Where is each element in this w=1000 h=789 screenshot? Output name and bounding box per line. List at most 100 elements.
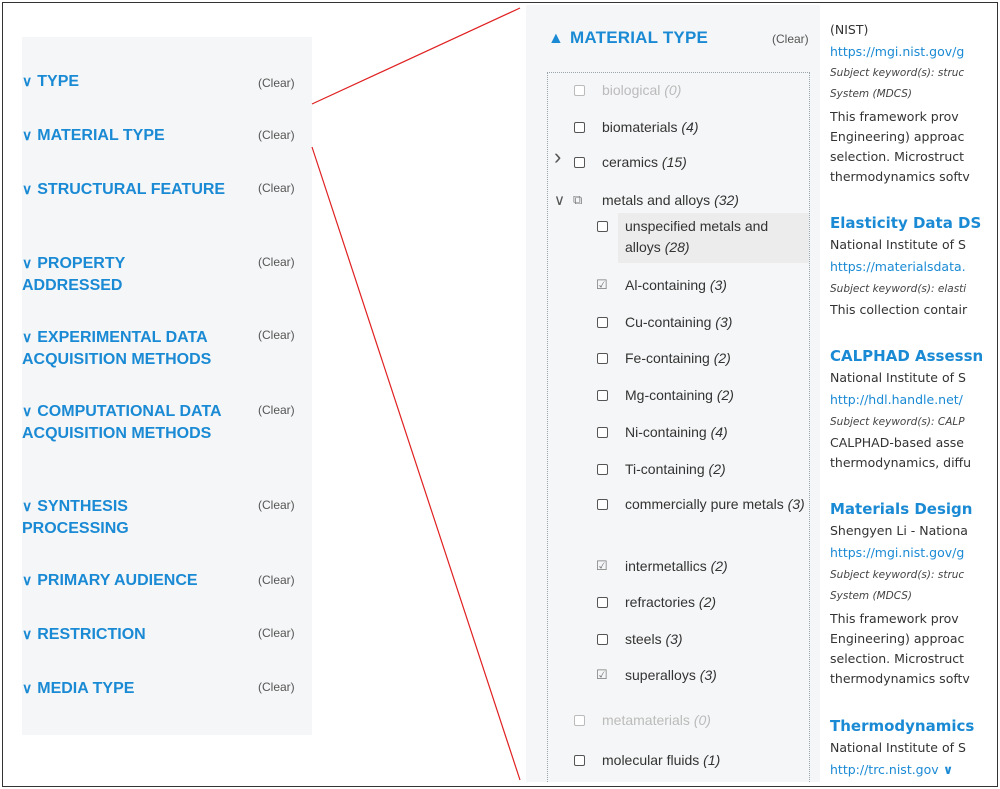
result-line-text: National Institute of S bbox=[830, 740, 966, 755]
material-type-item[interactable]: Cu-containing (3) bbox=[625, 312, 805, 333]
checkbox[interactable] bbox=[597, 464, 608, 475]
material-type-item[interactable]: Mg-containing (2) bbox=[625, 385, 805, 406]
result-line-text: Subject keyword(s): CALP bbox=[830, 416, 965, 428]
result-url-link[interactable]: http://trc.nist.gov ∨ bbox=[830, 762, 953, 777]
item-label: steels bbox=[625, 631, 662, 647]
facet-clear-link[interactable]: (Clear) bbox=[258, 498, 295, 512]
material-type-item[interactable]: molecular fluids (1) bbox=[602, 750, 720, 771]
material-type-item[interactable]: unspecified metals and alloys (28) bbox=[625, 216, 805, 258]
material-type-header[interactable]: ▲ MATERIAL TYPE bbox=[548, 28, 708, 48]
result-url-link[interactable]: http://hdl.handle.net/ bbox=[830, 392, 963, 407]
result-title-link[interactable]: Thermodynamics bbox=[830, 717, 974, 735]
chevron-down-icon[interactable]: ∨ bbox=[554, 193, 565, 208]
chevron-down-icon: ∨ bbox=[22, 572, 33, 588]
checkbox[interactable] bbox=[597, 499, 608, 510]
material-type-item[interactable]: refractories (2) bbox=[625, 592, 805, 613]
result-text: thermodynamics softv bbox=[830, 169, 970, 184]
item-count: (3) bbox=[699, 667, 717, 683]
result-url-link[interactable]: https://mgi.nist.gov/g bbox=[830, 44, 964, 59]
checkbox-partial-icon[interactable]: ⧉ bbox=[573, 193, 582, 206]
checkbox[interactable] bbox=[597, 317, 608, 328]
result-line-text: Subject keyword(s): elasti bbox=[830, 283, 967, 295]
result-line-text: http://hdl.handle.net/ bbox=[830, 392, 963, 407]
checkbox[interactable] bbox=[597, 634, 608, 645]
item-count: (1) bbox=[703, 752, 721, 768]
facet-clear-link[interactable]: (Clear) bbox=[258, 181, 295, 195]
checkbox[interactable] bbox=[574, 157, 585, 168]
facet-clear-link[interactable]: (Clear) bbox=[258, 573, 295, 587]
material-type-clear-link[interactable]: (Clear) bbox=[772, 32, 809, 46]
material-type-item[interactable]: superalloys (3) bbox=[625, 665, 805, 686]
result-keywords: Subject keyword(s): elasti bbox=[830, 283, 966, 295]
result-url-link[interactable]: https://materialsdata. bbox=[830, 259, 966, 274]
chevron-down-icon: ∨ bbox=[22, 181, 33, 197]
checkbox-checked-icon[interactable]: ☑ bbox=[596, 278, 608, 291]
checkbox[interactable] bbox=[597, 221, 608, 232]
material-type-item[interactable]: Ti-containing (2) bbox=[625, 459, 805, 480]
facet-type[interactable]: ∨ TYPE bbox=[22, 70, 226, 93]
item-count: (4) bbox=[710, 424, 728, 440]
facet-restriction[interactable]: ∨ RESTRICTION bbox=[22, 623, 226, 646]
checkbox[interactable] bbox=[597, 353, 608, 364]
checkbox[interactable] bbox=[597, 427, 608, 438]
item-label: unspecified metals and alloys bbox=[625, 218, 769, 255]
result-text: CALPHAD-based asse bbox=[830, 435, 964, 450]
item-count: (2) bbox=[710, 558, 728, 574]
facet-clear-link[interactable]: (Clear) bbox=[258, 255, 295, 269]
material-type-item[interactable]: commercially pure metals (3) bbox=[625, 494, 805, 515]
item-count: (0) bbox=[693, 712, 711, 728]
result-line-text: Materials Design bbox=[830, 500, 973, 518]
facet-experimental-data-acquisition-methods[interactable]: ∨ EXPERIMENTAL DATA ACQUISITION METHODS bbox=[22, 326, 226, 371]
facet-structural-feature[interactable]: ∨ STRUCTURAL FEATURE bbox=[22, 178, 226, 201]
material-type-item[interactable]: intermetallics (2) bbox=[625, 556, 805, 577]
result-text: thermodynamics softv bbox=[830, 671, 970, 686]
result-line-text: Subject keyword(s): struc bbox=[830, 67, 965, 79]
material-type-item[interactable]: ceramics (15) bbox=[602, 152, 687, 173]
checkbox[interactable] bbox=[597, 390, 608, 401]
facet-clear-link[interactable]: (Clear) bbox=[258, 403, 295, 417]
facet-clear-link[interactable]: (Clear) bbox=[258, 626, 295, 640]
result-line-text: Thermodynamics bbox=[830, 717, 975, 735]
facet-clear-link[interactable]: (Clear) bbox=[258, 76, 295, 90]
item-label: biomaterials bbox=[602, 119, 678, 135]
material-type-item[interactable]: Al-containing (3) bbox=[625, 275, 805, 296]
facet-clear-link[interactable]: (Clear) bbox=[258, 128, 295, 142]
item-label: metals and alloys bbox=[602, 192, 711, 208]
facet-media-type[interactable]: ∨ MEDIA TYPE bbox=[22, 677, 226, 700]
item-label: refractories bbox=[625, 594, 696, 610]
checkbox[interactable] bbox=[574, 122, 585, 133]
material-type-item[interactable]: Ni-containing (4) bbox=[625, 422, 805, 443]
result-line-text: thermodynamics softv bbox=[830, 169, 970, 184]
result-text: This framework prov bbox=[830, 611, 959, 626]
facet-material-type[interactable]: ∨ MATERIAL TYPE bbox=[22, 124, 226, 147]
facet-label: SYNTHESIS PROCESSING bbox=[22, 498, 129, 537]
result-title-link[interactable]: CALPHAD Assessn bbox=[830, 347, 983, 365]
result-text: Engineering) approac bbox=[830, 129, 964, 144]
item-count: (0) bbox=[664, 82, 682, 98]
facet-clear-link[interactable]: (Clear) bbox=[258, 328, 295, 342]
facet-clear-link[interactable]: (Clear) bbox=[258, 680, 295, 694]
facet-computational-data-acquisition-methods[interactable]: ∨ COMPUTATIONAL DATA ACQUISITION METHODS bbox=[22, 400, 226, 445]
facet-synthesis-processing[interactable]: ∨ SYNTHESIS PROCESSING bbox=[22, 495, 226, 540]
checkbox[interactable] bbox=[597, 597, 608, 608]
item-label: Cu-containing bbox=[625, 314, 712, 330]
checkbox-checked-icon[interactable]: ☑ bbox=[596, 559, 608, 572]
result-title-link[interactable]: Materials Design bbox=[830, 500, 972, 518]
item-count: (32) bbox=[714, 192, 739, 208]
facet-property-addressed[interactable]: ∨ PROPERTY ADDRESSED bbox=[22, 252, 226, 297]
checkbox[interactable] bbox=[574, 755, 585, 766]
result-line-text: thermodynamics softv bbox=[830, 671, 970, 686]
material-type-item[interactable]: biomaterials (4) bbox=[602, 117, 699, 138]
material-type-item[interactable]: steels (3) bbox=[625, 629, 805, 650]
chevron-right-icon[interactable]: › bbox=[554, 146, 561, 168]
chevron-down-icon[interactable]: ∨ bbox=[939, 762, 953, 777]
result-url-link[interactable]: https://mgi.nist.gov/g bbox=[830, 545, 964, 560]
material-type-item[interactable]: Fe-containing (2) bbox=[625, 348, 805, 369]
checkbox-checked-icon[interactable]: ☑ bbox=[596, 668, 608, 681]
material-type-item[interactable]: metals and alloys (32) bbox=[602, 190, 739, 211]
result-line-text: http://trc.nist.gov bbox=[830, 762, 939, 777]
result-title-link[interactable]: Elasticity Data DS bbox=[830, 214, 981, 232]
result-line-text: Elasticity Data DS bbox=[830, 214, 982, 232]
item-count: (3) bbox=[709, 277, 727, 293]
facet-primary-audience[interactable]: ∨ PRIMARY AUDIENCE bbox=[22, 569, 226, 592]
